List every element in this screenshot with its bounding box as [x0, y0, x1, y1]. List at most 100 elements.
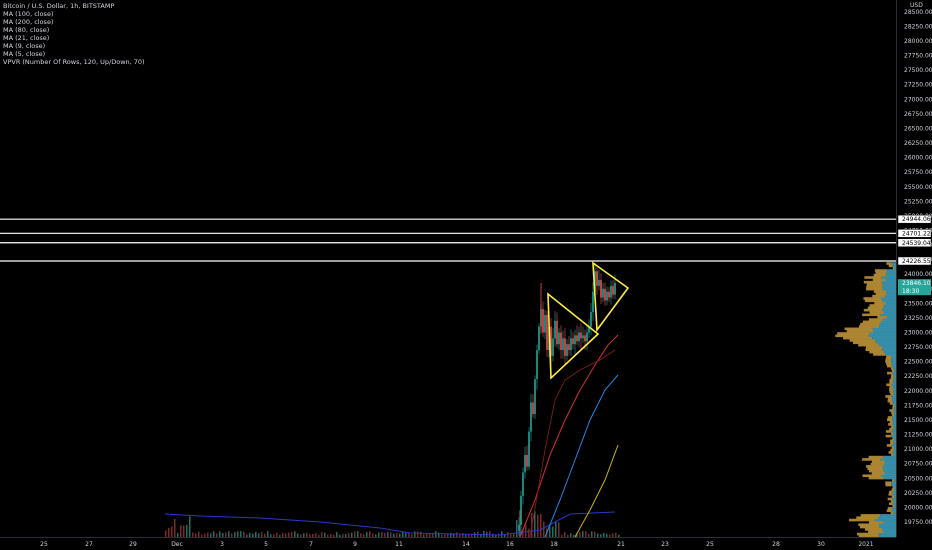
chart-area[interactable]: 19750.00 20000.00 20250.00 20500.00 20750.00… — [0, 0, 932, 550]
vpvr-bar-down — [892, 266, 895, 270]
candle-body — [522, 472, 524, 496]
price-axis[interactable] — [896, 0, 932, 537]
vpvr-bar-down — [887, 371, 892, 375]
vpvr-bar-up — [885, 273, 896, 277]
vpvr-bar-down — [885, 430, 892, 433]
legend-indicator[interactable]: VPVR (Number Of Rows, 120, Up/Down, 70) — [3, 58, 145, 66]
vpvr-bar-down — [862, 458, 881, 461]
volume-bar — [540, 513, 542, 537]
vpvr-bar-down — [885, 434, 892, 438]
vpvr-bar-down — [885, 481, 892, 485]
volume-bar — [165, 530, 167, 537]
vpvr-bar-up — [886, 301, 896, 305]
vpvr-bar-up — [878, 343, 896, 347]
vpvr-bar-up — [883, 530, 896, 534]
vpvr-bar-up — [882, 528, 896, 531]
candle-body — [562, 338, 564, 351]
vpvr-bar-down — [890, 511, 894, 515]
vpvr-bar-down — [892, 404, 895, 408]
candle-body — [524, 454, 526, 473]
vpvr-bar-down — [888, 423, 893, 426]
vpvr-bar-down — [849, 339, 876, 342]
candle-body — [576, 335, 578, 342]
vpvr-bar-down — [890, 441, 894, 445]
vpvr-bar-up — [875, 339, 896, 342]
vpvr-bar-up — [882, 465, 896, 468]
candle-body — [534, 379, 536, 415]
vpvr-bar-down — [892, 504, 895, 508]
candle-body — [614, 282, 616, 295]
vpvr-bar-down — [867, 306, 884, 310]
horizontal-levels[interactable] — [0, 218, 896, 262]
vpvr-bar-up — [872, 336, 896, 340]
vpvr-bar-down — [887, 397, 893, 401]
vpvr-bar-down — [891, 488, 895, 492]
candle-body — [556, 320, 558, 345]
vpvr-bar-down — [868, 455, 884, 459]
volume-bar — [168, 527, 170, 537]
vpvr-bar-down — [866, 287, 883, 291]
chart-svg[interactable]: 19750.0020000.0020250.0020500.0020750.00… — [0, 0, 932, 550]
legend-indicator[interactable]: MA (21, close) — [3, 34, 145, 42]
candle-body — [600, 280, 602, 298]
candle-body — [554, 320, 556, 339]
vpvr-bar-down — [871, 472, 886, 475]
vpvr-bar-down — [849, 518, 875, 522]
volume-bar — [537, 514, 539, 537]
vpvr-bar-down — [865, 346, 883, 349]
legend-title[interactable]: Bitcoin / U.S. Dollar, 1h, BITSTAMP — [3, 2, 145, 10]
vpvr-bar-down — [868, 530, 884, 534]
vpvr-bar-up — [885, 460, 896, 464]
vpvr-bar-down — [875, 292, 887, 296]
volume-bar — [183, 525, 185, 537]
vpvr-bar-down — [889, 427, 893, 431]
vpvr-bar-up — [885, 278, 896, 282]
candle-body — [602, 288, 604, 298]
vpvr-bar-up — [878, 516, 896, 520]
vpvr-bar-down — [886, 509, 892, 513]
legend-indicator[interactable]: MA (200, close) — [3, 18, 145, 26]
vpvr-bar-up — [883, 521, 896, 524]
vpvr-bar-down — [886, 383, 892, 387]
vpvr-bar-down — [891, 432, 894, 436]
vpvr-bar-down — [862, 320, 882, 324]
vpvr-bar-down — [873, 273, 886, 277]
vpvr-bar-down — [856, 532, 879, 536]
vpvr-bar-up — [884, 350, 896, 354]
ma-darkred-line — [529, 349, 616, 538]
vpvr-bar-down — [889, 388, 893, 391]
vpvr-bar-up — [876, 341, 896, 345]
vpvr-bar-down — [866, 283, 883, 286]
candle-body — [598, 280, 600, 286]
triangle-drawings[interactable] — [547, 261, 630, 380]
time-axis[interactable] — [0, 537, 896, 550]
vpvr-bar-down — [886, 355, 892, 359]
vpvr-bar-down — [885, 357, 892, 361]
vpvr-bar-down — [860, 322, 880, 326]
volume-bar — [180, 525, 182, 537]
vpvr-bar-down — [889, 502, 893, 506]
vpvr-bar-down — [873, 353, 886, 356]
ma-red-line — [519, 334, 619, 538]
legend-indicator[interactable]: MA (9, close) — [3, 42, 145, 50]
vpvr-bar-down — [886, 262, 892, 265]
candle-body — [596, 271, 598, 286]
candle-body — [532, 402, 534, 415]
vpvr-bar-down — [866, 285, 883, 289]
vpvr-bar-up — [883, 318, 896, 321]
vpvr-bar-down — [887, 416, 893, 419]
legend-indicator[interactable]: MA (5, close) — [3, 50, 145, 58]
vpvr-bar-down — [867, 467, 884, 471]
vpvr-bar-up — [886, 269, 896, 272]
legend-indicator[interactable]: MA (80, close) — [3, 26, 145, 34]
candle-body — [538, 326, 540, 351]
vpvr-bar-down — [890, 448, 894, 452]
volume-bar — [555, 521, 557, 537]
vpvr-bar-down — [892, 479, 895, 482]
vpvr-bar-down — [864, 276, 882, 279]
vpvr-bar-up — [874, 518, 896, 522]
vpvr-bar-up — [882, 299, 896, 303]
vpvr-bar-down — [890, 439, 894, 443]
legend-indicator[interactable]: MA (100, close) — [3, 10, 145, 18]
candle-body — [586, 332, 588, 342]
